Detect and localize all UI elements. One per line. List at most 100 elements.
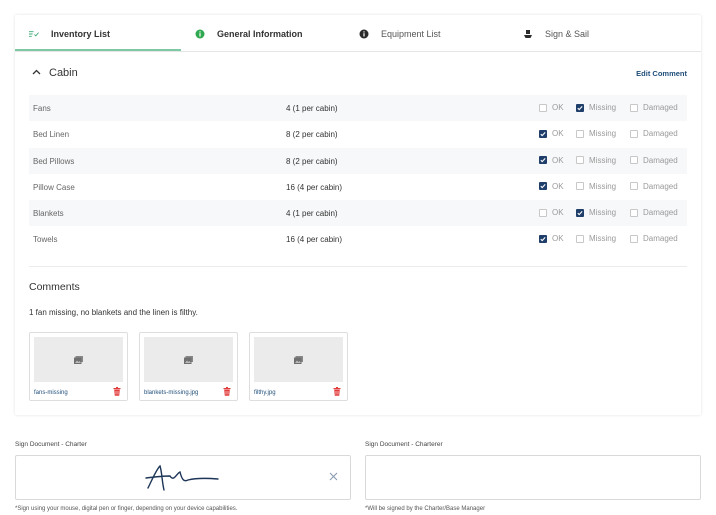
option-damaged[interactable]: Damaged xyxy=(630,234,678,243)
attachment-thumbnail[interactable]: fans-missing xyxy=(29,332,128,401)
tab-label: Inventory List xyxy=(51,28,111,39)
attachment-filename[interactable]: blankets-missing.jpg xyxy=(144,390,198,396)
option-ok[interactable]: OK xyxy=(539,182,564,191)
checkbox-missing[interactable] xyxy=(576,234,584,243)
inventory-card: Inventory List General Information Equip… xyxy=(15,15,701,415)
option-missing[interactable]: Missing xyxy=(576,103,616,112)
option-damaged[interactable]: Damaged xyxy=(630,182,678,191)
option-damaged[interactable]: Damaged xyxy=(630,156,678,165)
attachment-filename[interactable]: filthy.jpg xyxy=(254,390,276,396)
checkbox-missing[interactable] xyxy=(576,208,584,217)
item-quantity: 4 (1 per cabin) xyxy=(286,104,338,113)
check-icon xyxy=(540,184,546,189)
tab-label: General Information xyxy=(217,28,303,39)
option-label: Missing xyxy=(589,208,617,218)
checkbox-missing[interactable] xyxy=(576,182,584,191)
option-ok[interactable]: OK xyxy=(539,129,564,138)
checkbox-ok[interactable] xyxy=(539,129,547,138)
tab-general-information[interactable]: General Information xyxy=(195,15,303,52)
tab-label: Sign & Sail xyxy=(545,28,590,39)
option-label: Missing xyxy=(589,155,617,165)
option-ok[interactable]: OK xyxy=(539,208,564,217)
option-ok[interactable]: OK xyxy=(539,156,564,165)
tab-equipment-list[interactable]: Equipment List xyxy=(359,15,441,52)
charter-signature-pad[interactable] xyxy=(15,455,351,500)
table-row: Fans 4 (1 per cabin) OK Missing Damaged xyxy=(29,95,687,122)
attachment-thumbnail[interactable]: filthy.jpg xyxy=(249,332,348,401)
option-damaged[interactable]: Damaged xyxy=(630,103,678,112)
item-quantity: 8 (2 per cabin) xyxy=(286,156,338,166)
option-label: OK xyxy=(552,234,564,244)
tab-inventory-list[interactable]: Inventory List xyxy=(29,15,110,52)
boat-icon xyxy=(523,29,533,39)
checkbox-missing[interactable] xyxy=(576,156,584,165)
option-missing[interactable]: Missing xyxy=(576,234,616,243)
table-row: Towels 16 (4 per cabin) OK Missing Damaged xyxy=(29,226,687,252)
option-damaged[interactable]: Damaged xyxy=(630,129,678,138)
table-row: Bed Pillows 8 (2 per cabin) OK Missing Damag… xyxy=(29,147,687,174)
trash-icon[interactable] xyxy=(333,387,341,396)
attachment-thumbnail[interactable]: blankets-missing.jpg xyxy=(139,332,238,401)
checkbox-missing[interactable] xyxy=(576,103,584,112)
option-missing[interactable]: Missing xyxy=(576,208,616,217)
section-title: Cabin xyxy=(49,67,78,79)
option-missing[interactable]: Missing xyxy=(576,156,616,165)
check-icon xyxy=(577,105,583,110)
item-name: Towels xyxy=(33,235,58,245)
checkbox-ok[interactable] xyxy=(539,182,547,191)
option-label: Damaged xyxy=(643,208,678,218)
divider xyxy=(29,266,687,267)
option-missing[interactable]: Missing xyxy=(576,182,616,191)
info-circle-icon xyxy=(195,29,205,39)
option-missing[interactable]: Missing xyxy=(576,129,616,138)
checkbox-ok[interactable] xyxy=(539,208,547,217)
checkbox-damaged[interactable] xyxy=(630,103,638,112)
trash-icon[interactable] xyxy=(113,387,121,396)
clear-signature-icon[interactable] xyxy=(329,472,338,481)
tab-label: Equipment List xyxy=(381,28,441,39)
checkbox-ok[interactable] xyxy=(539,234,547,243)
checkbox-missing[interactable] xyxy=(576,129,584,138)
image-icon xyxy=(294,355,303,364)
checkbox-damaged[interactable] xyxy=(630,208,638,217)
attachment-filename[interactable]: fans-missing xyxy=(34,390,68,396)
option-label: OK xyxy=(552,129,564,139)
section-header: Cabin Edit Comment xyxy=(15,53,701,93)
image-placeholder xyxy=(144,337,233,382)
item-name: Blankets xyxy=(33,209,64,219)
checkbox-damaged[interactable] xyxy=(630,182,638,191)
charterer-sign-label: Sign Document - Charterer xyxy=(365,441,443,448)
option-ok[interactable]: OK xyxy=(539,234,564,243)
option-label: Damaged xyxy=(643,129,678,139)
tab-sign-and-sail[interactable]: Sign & Sail xyxy=(523,15,589,52)
signature-drawing xyxy=(145,464,219,491)
option-label: OK xyxy=(552,181,564,191)
option-label: Damaged xyxy=(643,103,678,112)
item-name: Bed Pillows xyxy=(33,156,75,166)
option-ok[interactable]: OK xyxy=(539,103,564,112)
comment-text: 1 fan missing, no blankets and the linen… xyxy=(29,308,198,317)
checkbox-damaged[interactable] xyxy=(630,129,638,138)
checkbox-ok[interactable] xyxy=(539,156,547,165)
check-icon xyxy=(577,210,583,216)
checkbox-damaged[interactable] xyxy=(630,234,638,243)
image-placeholder xyxy=(254,337,343,382)
trash-icon[interactable] xyxy=(223,387,231,396)
option-label: OK xyxy=(552,103,564,112)
option-damaged[interactable]: Damaged xyxy=(630,208,678,217)
charterer-signature-pad[interactable] xyxy=(365,455,701,500)
checklist-icon xyxy=(29,29,39,39)
edit-comment-link[interactable]: Edit Comment xyxy=(636,69,687,78)
option-label: Missing xyxy=(589,129,617,139)
table-row: Pillow Case 16 (4 per cabin) OK Missing Dama… xyxy=(29,174,687,200)
item-quantity: 16 (4 per cabin) xyxy=(286,235,343,245)
chevron-up-icon[interactable] xyxy=(32,69,41,75)
charterer-sign-note: *Will be signed by the Charter/Base Mana… xyxy=(365,506,486,512)
checkbox-ok[interactable] xyxy=(539,103,547,112)
option-label: Damaged xyxy=(643,181,678,191)
inventory-table: Fans 4 (1 per cabin) OK Missing Damaged Bed L… xyxy=(29,95,687,253)
table-row: Bed Linen 8 (2 per cabin) OK Missing Damaged xyxy=(29,121,687,147)
check-icon xyxy=(540,158,546,163)
check-icon xyxy=(540,237,546,242)
checkbox-damaged[interactable] xyxy=(630,156,638,165)
